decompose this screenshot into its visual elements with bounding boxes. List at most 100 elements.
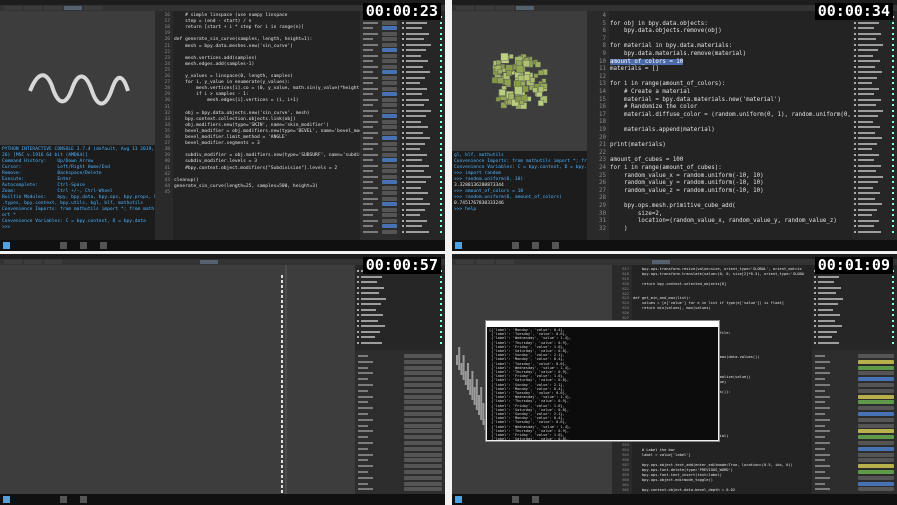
outliner-row[interactable]: [402, 81, 443, 85]
outliner-row[interactable]: [357, 335, 443, 339]
outliner-row[interactable]: [402, 59, 443, 63]
expand-arrow-icon[interactable]: [854, 54, 856, 57]
outliner-panel[interactable]: [812, 265, 897, 350]
outliner-row[interactable]: [357, 319, 443, 323]
visibility-icon[interactable]: [892, 27, 894, 29]
workspace-tab-scripting[interactable]: [652, 260, 670, 264]
expand-arrow-icon[interactable]: [402, 208, 404, 211]
property-field[interactable]: [858, 441, 894, 445]
expand-arrow-icon[interactable]: [854, 164, 856, 167]
property-row[interactable]: [358, 406, 442, 411]
property-row[interactable]: [358, 452, 442, 457]
outliner-row[interactable]: [357, 313, 443, 317]
expand-arrow-icon[interactable]: [402, 192, 404, 194]
outliner-row[interactable]: [402, 54, 443, 58]
visibility-icon[interactable]: [440, 27, 442, 29]
workspace-tab[interactable]: [496, 260, 514, 264]
expand-arrow-icon[interactable]: [402, 115, 404, 117]
property-row[interactable]: [358, 388, 442, 393]
expand-arrow-icon[interactable]: [402, 153, 404, 156]
visibility-icon[interactable]: [440, 225, 442, 227]
property-field[interactable]: [858, 412, 894, 416]
expand-arrow-icon[interactable]: [854, 38, 856, 40]
code-line[interactable]: 6 bpy.data.objects.remove(obj): [587, 28, 852, 36]
property-field[interactable]: [381, 158, 397, 162]
outliner-row[interactable]: [357, 297, 443, 301]
property-row[interactable]: [815, 394, 894, 399]
property-row[interactable]: [815, 377, 894, 382]
property-row[interactable]: [363, 191, 397, 195]
expand-arrow-icon[interactable]: [402, 164, 404, 167]
property-field[interactable]: [404, 481, 442, 486]
visibility-icon[interactable]: [892, 186, 894, 189]
outliner-row[interactable]: [402, 70, 443, 74]
property-field[interactable]: [381, 97, 397, 102]
outliner-row[interactable]: [854, 54, 895, 58]
visibility-icon[interactable]: [440, 115, 442, 117]
expand-arrow-icon[interactable]: [357, 281, 359, 283]
property-field[interactable]: [381, 213, 397, 217]
outliner-row[interactable]: [854, 98, 895, 102]
code-line[interactable]: 29 bpy.ops.mesh.primitive_cube_add(: [587, 203, 852, 211]
property-row[interactable]: [363, 20, 397, 25]
visibility-icon[interactable]: [440, 336, 442, 338]
code-line[interactable]: 5 for obj in bpy.data.objects:: [587, 21, 852, 29]
property-row[interactable]: [358, 365, 442, 370]
outliner-row[interactable]: [402, 103, 443, 107]
code-line[interactable]: 25 random_value_x = random.uniform(-10, …: [587, 173, 852, 181]
property-row[interactable]: [363, 75, 397, 80]
property-row[interactable]: [815, 475, 894, 480]
property-row[interactable]: [363, 103, 397, 107]
outliner-row[interactable]: [814, 330, 895, 334]
outliner-row[interactable]: [357, 291, 443, 295]
expand-arrow-icon[interactable]: [357, 286, 359, 289]
taskbar-app-icon[interactable]: [512, 242, 519, 249]
code-line[interactable]: 15 material = bpy.data.materials.new('ma…: [587, 97, 852, 105]
property-field[interactable]: [381, 163, 397, 168]
expand-arrow-icon[interactable]: [402, 181, 404, 183]
outliner-row[interactable]: [814, 341, 895, 345]
expand-arrow-icon[interactable]: [402, 170, 404, 172]
taskbar-app-icon[interactable]: [60, 496, 67, 503]
property-field[interactable]: [381, 218, 397, 223]
property-field[interactable]: [381, 108, 397, 113]
expand-arrow-icon[interactable]: [814, 281, 816, 283]
taskbar-app-icon[interactable]: [80, 496, 87, 503]
property-row[interactable]: [358, 475, 442, 480]
property-row[interactable]: [363, 125, 397, 129]
property-field[interactable]: [404, 475, 442, 480]
property-row[interactable]: [363, 202, 397, 206]
expand-arrow-icon[interactable]: [814, 341, 816, 344]
visibility-icon[interactable]: [892, 286, 894, 289]
code-line[interactable]: 26 random_value_y = random.uniform(-10, …: [587, 180, 852, 188]
expand-arrow-icon[interactable]: [854, 131, 856, 134]
expand-arrow-icon[interactable]: [402, 27, 404, 29]
outliner-row[interactable]: [402, 65, 443, 69]
visibility-icon[interactable]: [440, 275, 442, 278]
outliner-row[interactable]: [357, 302, 443, 306]
code-line[interactable]: 14 # Create a material: [587, 89, 852, 97]
visibility-icon[interactable]: [892, 65, 894, 68]
outliner-row[interactable]: [402, 21, 443, 25]
property-row[interactable]: [363, 53, 397, 58]
outliner-row[interactable]: [402, 125, 443, 129]
outliner-row[interactable]: [402, 175, 443, 179]
property-row[interactable]: [358, 354, 442, 358]
expand-arrow-icon[interactable]: [402, 93, 404, 95]
expand-arrow-icon[interactable]: [814, 319, 816, 322]
outliner-row[interactable]: [814, 335, 895, 339]
expand-arrow-icon[interactable]: [402, 71, 404, 73]
visibility-icon[interactable]: [440, 308, 442, 311]
visibility-icon[interactable]: [440, 170, 442, 172]
property-field[interactable]: [381, 70, 397, 74]
visibility-icon[interactable]: [440, 325, 442, 327]
expand-arrow-icon[interactable]: [402, 148, 404, 150]
visibility-icon[interactable]: [440, 109, 442, 112]
expand-arrow-icon[interactable]: [854, 49, 856, 51]
outliner-row[interactable]: [402, 208, 443, 212]
outliner-row[interactable]: [402, 213, 443, 217]
expand-arrow-icon[interactable]: [854, 126, 856, 128]
taskbar-app-icon[interactable]: [532, 496, 539, 503]
property-field[interactable]: [858, 446, 894, 451]
visibility-icon[interactable]: [440, 164, 442, 167]
